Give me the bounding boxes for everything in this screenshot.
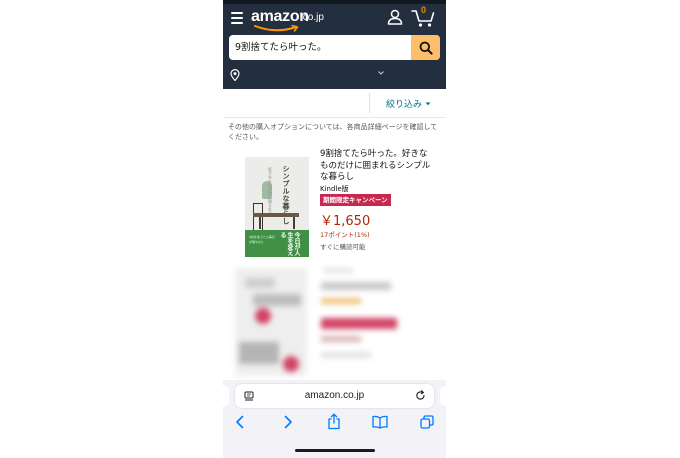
blurred-shape (321, 318, 397, 329)
purchase-options-note: その他の購入オプションについては、各商品詳細ページを確認してください。 (228, 123, 438, 141)
search-icon (419, 41, 433, 55)
blurred-shape (323, 268, 353, 273)
cover-table-leg (293, 217, 295, 229)
user-icon[interactable] (387, 9, 403, 25)
blurred-shape (321, 336, 361, 342)
filter-bar: 絞り込み (223, 89, 446, 118)
blurred-shape (321, 352, 371, 358)
chevron-down-icon (425, 102, 431, 105)
blurred-shape (283, 356, 299, 372)
url-text: amazon.co.jp (304, 390, 365, 401)
result-points: 17ポイント(1%) (320, 231, 370, 239)
blurred-shape (255, 308, 271, 324)
divider (369, 93, 370, 113)
result-title[interactable]: 9割捨てたら叶った。好きなものだけに囲まれるシンプルな暮らし (320, 149, 434, 184)
location-pin-icon[interactable] (230, 69, 240, 81)
search-bar[interactable] (229, 35, 440, 60)
previous-tab-edge[interactable] (223, 386, 229, 406)
next-tab-edge[interactable] (440, 386, 446, 406)
search-button[interactable] (411, 35, 440, 60)
amazon-logo[interactable]: amazon .co.jp (251, 8, 351, 32)
blurred-cover (235, 268, 307, 376)
chevron-down-icon[interactable] (378, 71, 384, 75)
home-indicator (295, 449, 375, 452)
filter-label: 絞り込み (386, 100, 423, 110)
search-input[interactable] (235, 40, 405, 51)
result-format[interactable]: Kindle版 (320, 184, 349, 194)
blurred-shape (321, 298, 361, 304)
safari-toolbar: amazon.co.jp (223, 380, 446, 458)
reload-icon[interactable] (415, 390, 426, 401)
tabs-icon[interactable] (420, 415, 434, 429)
forward-icon[interactable] (283, 415, 293, 429)
share-icon[interactable] (327, 413, 341, 430)
blurred-result-card (235, 262, 436, 380)
logo-tld: .co.jp (300, 12, 324, 23)
blurred-shape (239, 342, 279, 364)
result-price: ￥1,650 (320, 214, 371, 229)
cover-table-leg (259, 217, 261, 229)
search-result-card[interactable]: 好きなものだけに囲まれる シンプルな暮らし 9割を捨てたら毎日が軽やかに 今日が… (235, 143, 436, 257)
phone-screen: amazon .co.jp 0 9割捨てたら叶った。 絞り込み その他の購入オプ… (223, 0, 446, 458)
blurred-shape (245, 278, 275, 288)
logo-smile-icon (254, 25, 299, 32)
result-availability: すぐに購読可能 (320, 243, 366, 251)
cover-subtitle: 好きなものだけに囲まれる (268, 167, 273, 215)
cart-count: 0 (421, 5, 427, 15)
book-cover[interactable]: 好きなものだけに囲まれる シンプルな暮らし 9割を捨てたら毎日が軽やかに 今日が… (245, 157, 309, 257)
cart-button[interactable]: 0 (411, 5, 435, 28)
bookmarks-icon[interactable] (372, 415, 388, 429)
status-strip (223, 0, 446, 4)
blurred-shape (253, 294, 301, 306)
cover-band-text: 今日が人生を変える (279, 232, 300, 256)
filter-button[interactable]: 絞り込み (386, 97, 431, 110)
blurred-shape (321, 282, 391, 290)
back-icon[interactable] (235, 415, 245, 429)
promo-badge: 期間限定キャンペーン (320, 194, 391, 206)
cover-band-small: 9割を捨てたら毎日が軽やかに (249, 235, 275, 244)
address-bar[interactable]: amazon.co.jp (235, 384, 434, 408)
amazon-header: amazon .co.jp 0 (223, 0, 446, 89)
hamburger-icon[interactable] (231, 12, 243, 24)
